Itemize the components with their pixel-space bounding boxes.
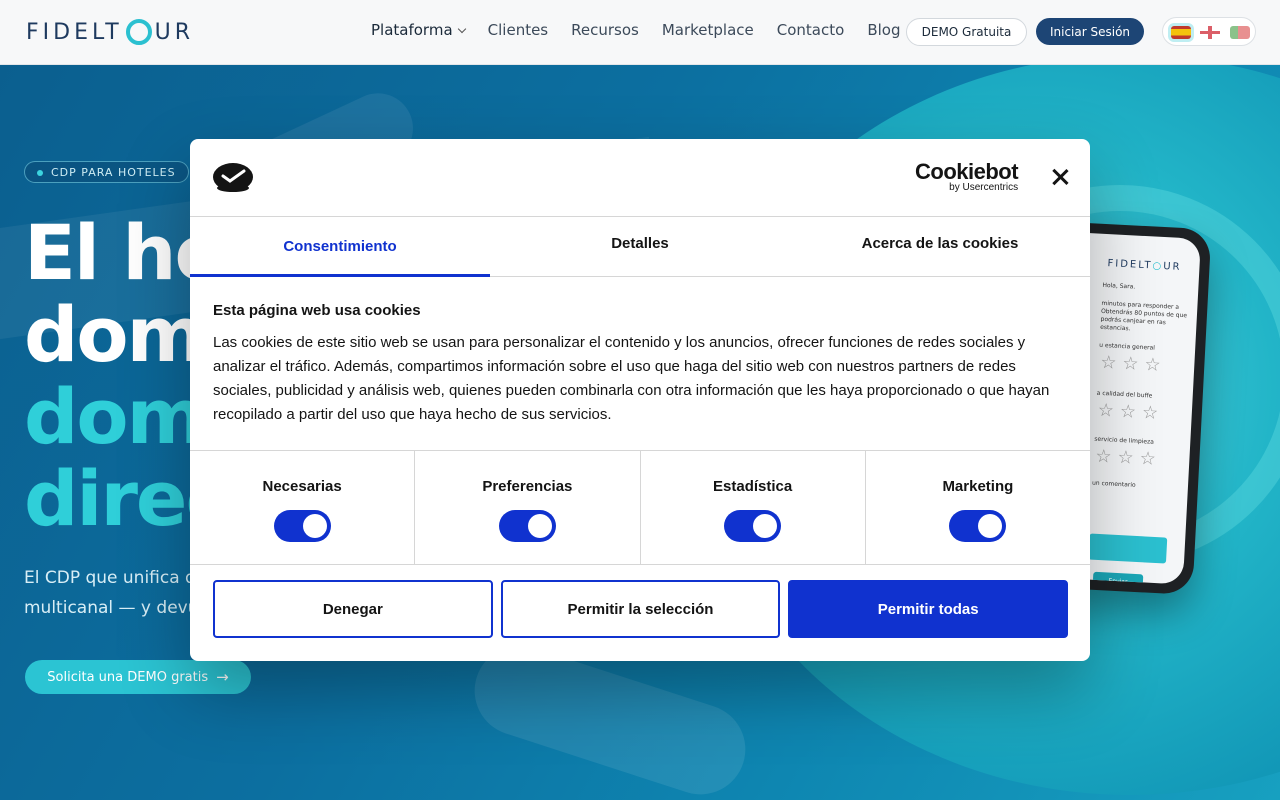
cookie-consent-dialog: Cookiebot by Usercentrics Consentimiento…: [190, 139, 1090, 661]
tab-detalles[interactable]: Detalles: [490, 217, 790, 276]
allow-selection-button[interactable]: Permitir la selección: [500, 580, 781, 638]
tab-consentimiento[interactable]: Consentimiento: [190, 217, 490, 277]
cookie-dialog-text: Las cookies de este sitio web se usan pa…: [213, 334, 1050, 423]
toggle-group-estadistica: Estadística: [641, 451, 866, 564]
toggle-group-preferencias: Preferencias: [415, 451, 641, 564]
close-icon[interactable]: [1050, 167, 1070, 187]
toggle-marketing[interactable]: [949, 510, 1007, 542]
cookie-actions: Denegar Permitir la selección Permitir t…: [213, 580, 1069, 638]
cookie-dialog-title: Esta página web usa cookies: [213, 302, 421, 319]
toggle-knob: [302, 514, 327, 538]
toggle-knob: [753, 514, 778, 538]
toggle-label-necesarias: Necesarias: [262, 478, 342, 495]
tab-acerca-de-las-cookies[interactable]: Acerca de las cookies: [790, 217, 1090, 276]
cookie-category-toggles: Necesarias Preferencias Estadística Mark…: [190, 450, 1090, 565]
toggle-knob: [978, 514, 1003, 538]
cookiebot-logo[interactable]: Cookiebot by Usercentrics: [915, 159, 1019, 193]
toggle-knob: [527, 514, 552, 538]
toggle-necesarias[interactable]: [273, 510, 331, 542]
toggle-label-marketing: Marketing: [942, 478, 1014, 495]
allow-all-button[interactable]: Permitir todas: [788, 580, 1069, 638]
toggle-estadistica[interactable]: [724, 510, 782, 542]
toggle-label-estadistica: Estadística: [713, 478, 793, 495]
toggle-group-marketing: Marketing: [866, 451, 1090, 564]
toggle-preferencias[interactable]: [498, 510, 556, 542]
cookie-icon: [213, 163, 253, 192]
toggle-label-preferencias: Preferencias: [482, 478, 573, 495]
cookie-tabs: Consentimiento Detalles Acerca de las co…: [190, 216, 1090, 277]
deny-button[interactable]: Denegar: [213, 580, 493, 638]
toggle-group-necesarias: Necesarias: [190, 451, 416, 564]
